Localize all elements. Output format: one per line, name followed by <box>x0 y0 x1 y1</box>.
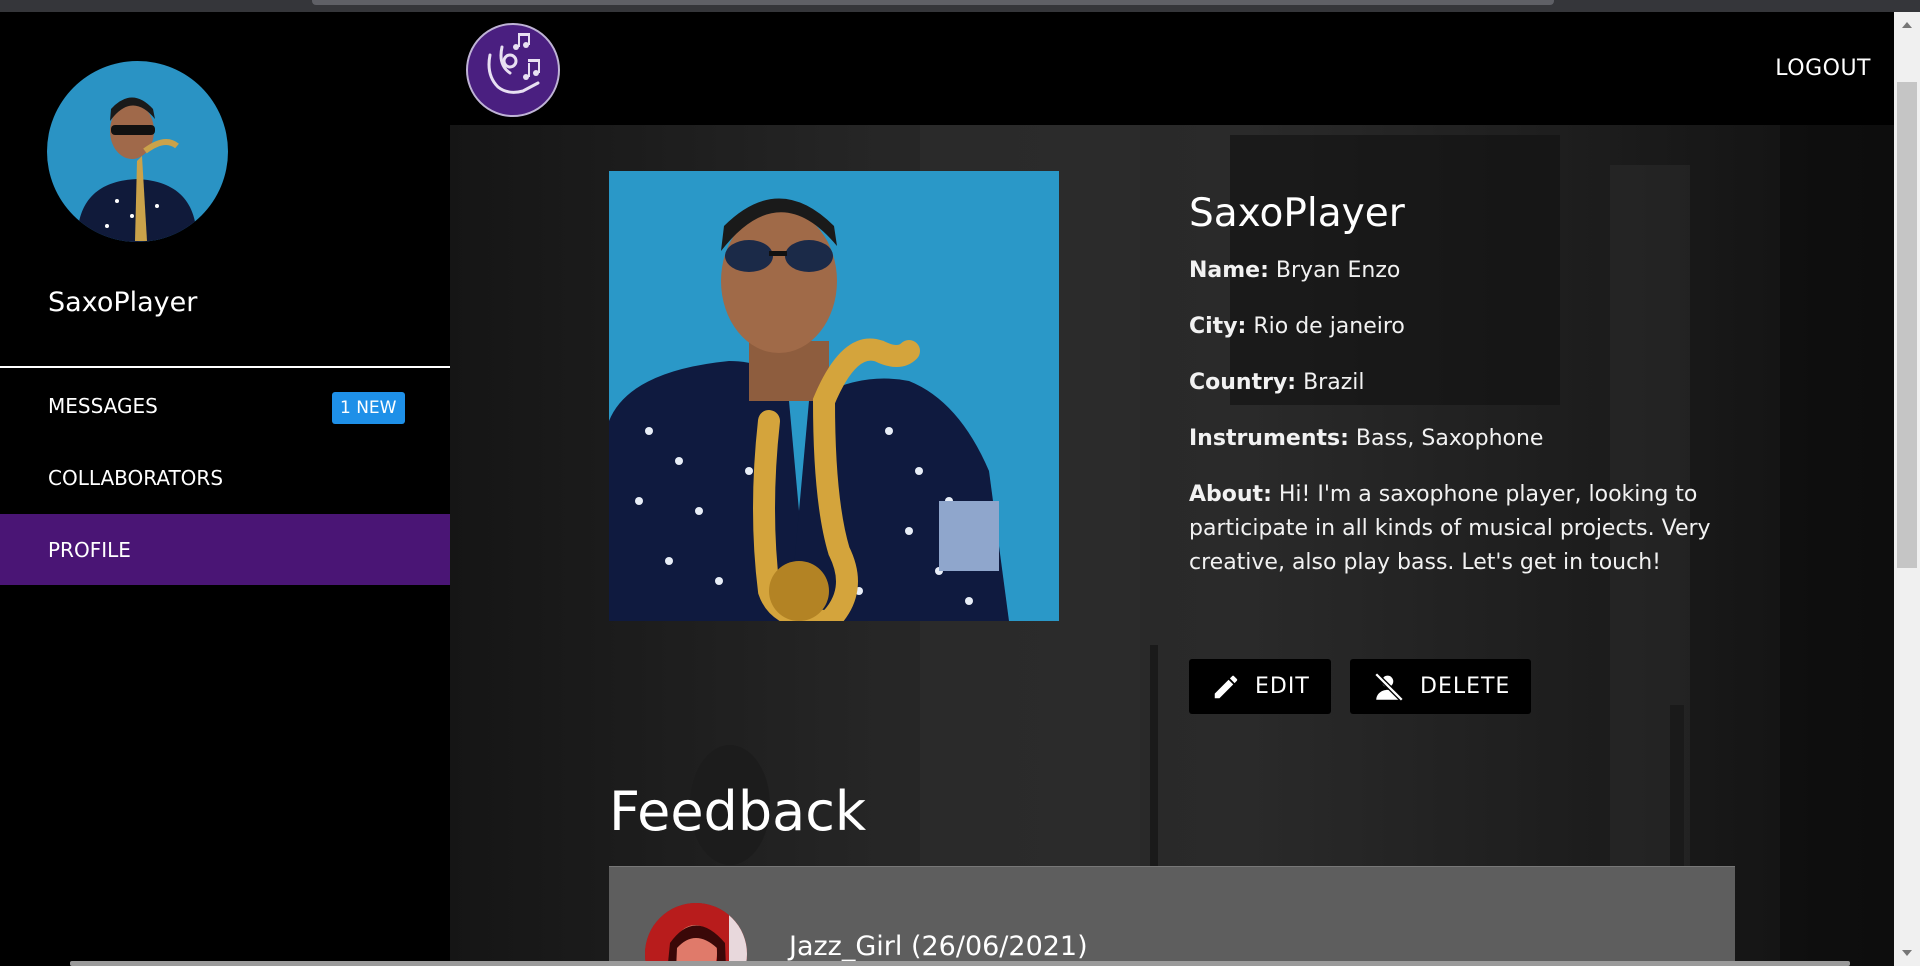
scrollbar-thumb[interactable] <box>1897 82 1917 568</box>
name-value: Bryan Enzo <box>1275 258 1401 283</box>
nav-item-label: PROFILE <box>48 537 131 562</box>
edit-label: EDIT <box>1255 674 1310 699</box>
instruments-label: Instruments: <box>1189 426 1349 451</box>
city-value: Rio de janeiro <box>1253 314 1405 339</box>
scroll-up-icon[interactable] <box>1902 22 1912 28</box>
remove-user-icon <box>1374 671 1404 702</box>
instruments-value: Bass, Saxophone <box>1355 426 1544 451</box>
nav-item-messages[interactable]: MESSAGES 1 NEW <box>0 370 450 441</box>
music-hand-icon <box>487 33 540 94</box>
edit-button[interactable]: EDIT <box>1189 659 1331 714</box>
feedback-avatar[interactable] <box>645 903 747 966</box>
sidebar-divider <box>0 366 450 368</box>
sidebar: SaxoPlayer MESSAGES 1 NEW COLLABORATORS … <box>0 12 450 966</box>
pencil-icon <box>1214 675 1238 698</box>
nav-item-label: MESSAGES <box>48 393 158 418</box>
main-content: SaxoPlayer Name: Bryan Enzo City: Rio de… <box>450 125 1894 966</box>
sidebar-avatar[interactable] <box>47 61 228 242</box>
about-label: About: <box>1189 482 1272 507</box>
browser-tab-strip <box>312 0 1554 5</box>
profile-name-row: Name: Bryan Enzo <box>1189 254 1749 288</box>
horizontal-scrollbar[interactable] <box>70 961 1850 966</box>
messages-badge: 1 NEW <box>332 392 405 424</box>
nav-item-collaborators[interactable]: COLLABORATORS <box>0 442 450 513</box>
country-value: Brazil <box>1303 370 1365 395</box>
profile-photo <box>609 171 1059 621</box>
browser-top-bar <box>0 0 1920 12</box>
profile-username: SaxoPlayer <box>1189 191 1405 236</box>
name-label: Name: <box>1189 258 1269 283</box>
feedback-title: Feedback <box>609 780 867 843</box>
top-bar: LOGOUT <box>450 12 1894 125</box>
profile-about-row: About: Hi! I'm a saxophone player, looki… <box>1189 478 1749 580</box>
app-logo[interactable] <box>466 23 560 117</box>
vertical-scrollbar[interactable] <box>1894 12 1920 966</box>
country-label: Country: <box>1189 370 1297 395</box>
delete-button[interactable]: DELETE <box>1350 659 1531 714</box>
profile-city-row: City: Rio de janeiro <box>1189 310 1749 344</box>
feedback-card: Jazz_Girl (26/06/2021) <box>609 866 1735 966</box>
sidebar-username: SaxoPlayer <box>48 287 198 318</box>
delete-label: DELETE <box>1420 674 1511 699</box>
nav-item-label: COLLABORATORS <box>48 465 224 490</box>
profile-instruments-row: Instruments: Bass, Saxophone <box>1189 422 1749 456</box>
profile-info: SaxoPlayer Name: Bryan Enzo City: Rio de… <box>1189 191 1749 602</box>
city-label: City: <box>1189 314 1247 339</box>
nav-item-profile[interactable]: PROFILE <box>0 514 450 585</box>
profile-country-row: Country: Brazil <box>1189 366 1749 400</box>
feedback-author: Jazz_Girl (26/06/2021) <box>789 931 1088 962</box>
scroll-down-icon[interactable] <box>1902 950 1912 956</box>
logout-button[interactable]: LOGOUT <box>1775 56 1871 81</box>
